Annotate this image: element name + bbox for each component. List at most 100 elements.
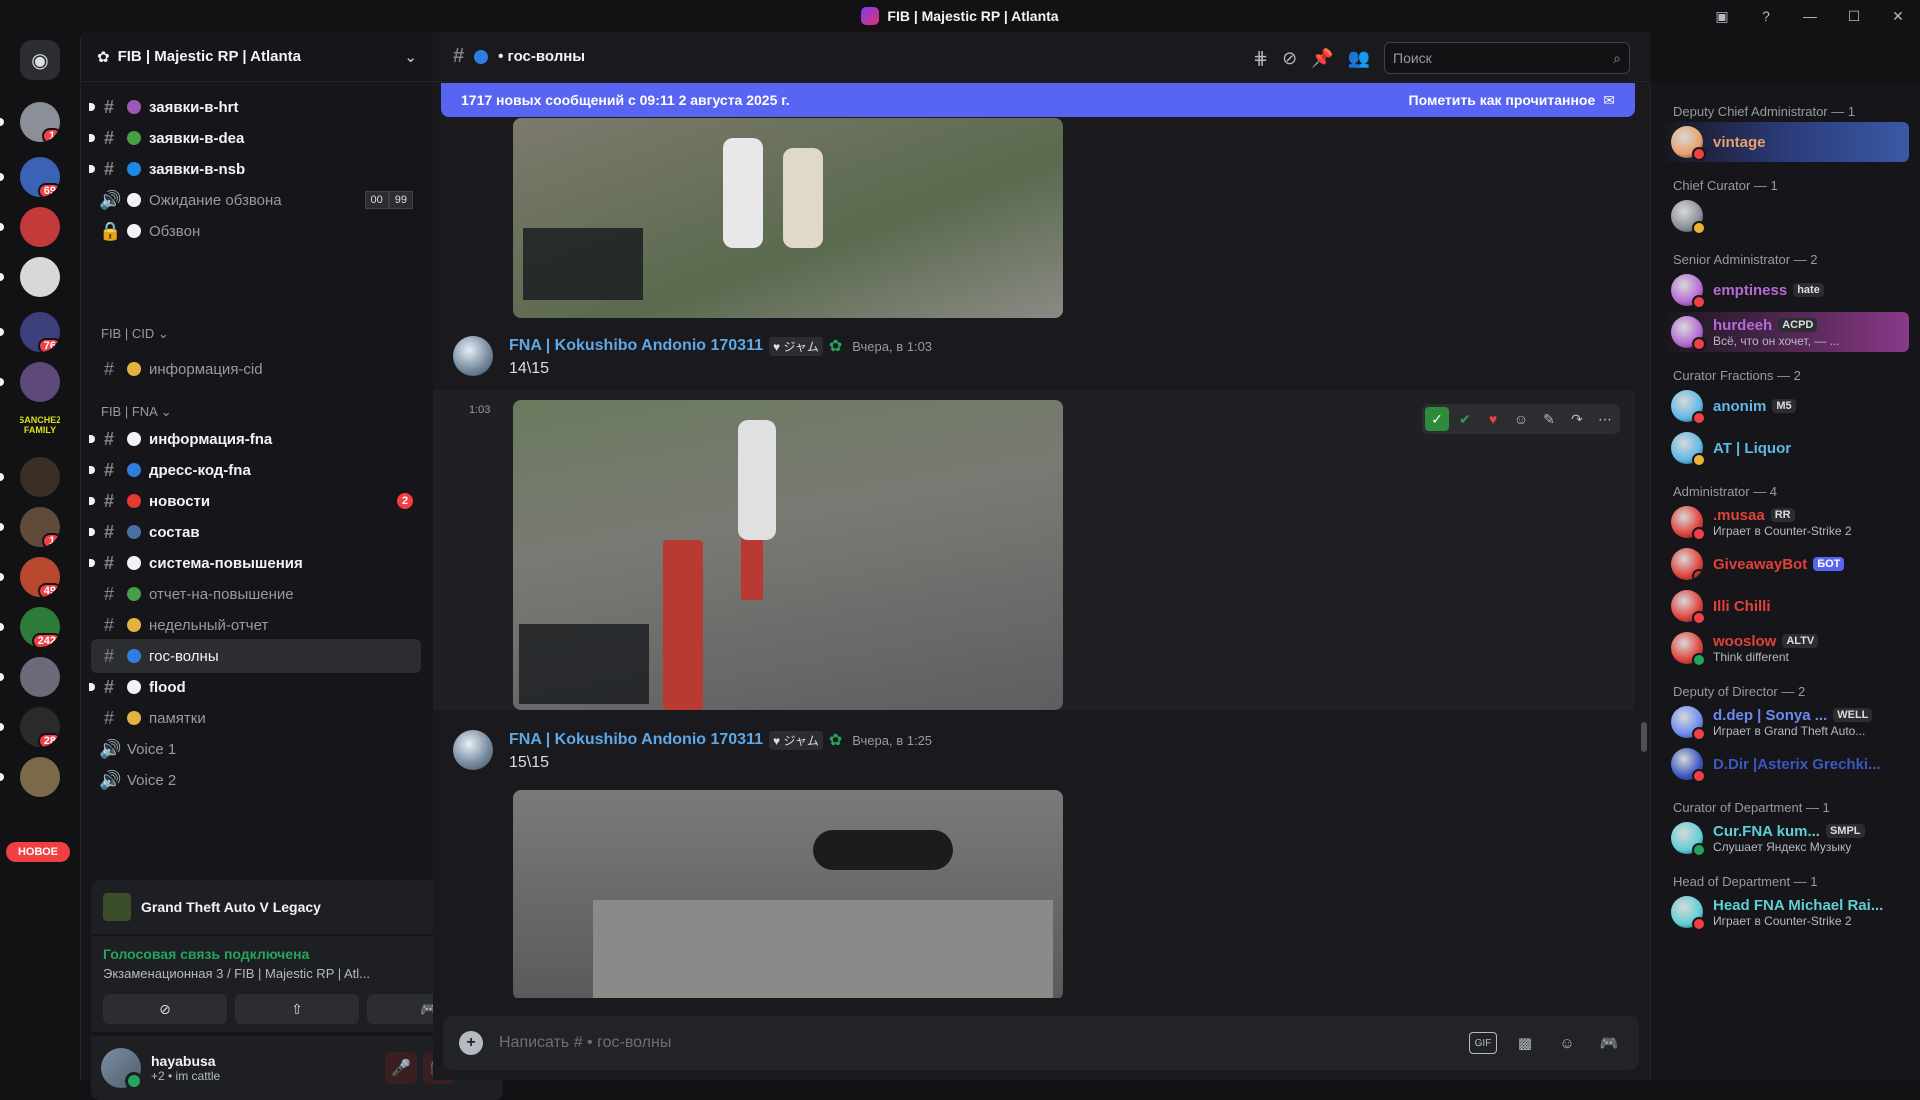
channel-text[interactable]: # отчет-на-повышение <box>91 577 421 611</box>
apps-icon[interactable]: 🎮 <box>1595 1032 1623 1054</box>
sanchez-family-server[interactable]: SANCHEZ FAMILY <box>20 405 60 445</box>
avatar <box>1671 632 1706 667</box>
checkmark-reaction-icon[interactable]: ✔ <box>1453 407 1477 431</box>
channel-locked[interactable]: 🔒 Обзвон <box>91 214 421 248</box>
camera-button[interactable]: ⊘ <box>103 994 227 1024</box>
server-icon[interactable] <box>20 457 60 497</box>
search-input[interactable]: Поиск ⌕ <box>1384 42 1630 74</box>
channel-name: памятки <box>149 709 206 727</box>
channel-text[interactable]: # новости 2 <box>89 484 421 518</box>
notifications-icon[interactable]: ⊘ <box>1282 48 1297 69</box>
maximize-button[interactable]: ☐ <box>1832 8 1876 25</box>
unread-badge: 69 <box>37 183 60 197</box>
server-icon[interactable] <box>20 757 60 797</box>
member-info: Head FNA Michael Rai... Играет в Counter-… <box>1713 897 1883 928</box>
member-item[interactable]: .musaa RR Играет в Counter-Strike 2 <box>1659 502 1909 542</box>
screenshot-image[interactable] <box>513 400 1063 710</box>
sticker-icon[interactable]: ▩ <box>1511 1032 1539 1054</box>
member-item[interactable]: hurdeeh ACPD Всё, что он хочет, — ... <box>1659 312 1909 352</box>
add-attachment-icon[interactable]: + <box>459 1031 483 1055</box>
server-icon[interactable] <box>20 257 60 297</box>
members-icon[interactable]: 👥 <box>1348 48 1370 69</box>
channel-text[interactable]: # памятки <box>91 701 421 735</box>
member-item[interactable]: Illi Chilli <box>1659 586 1909 626</box>
channel-voice[interactable]: 🔊 Voice 1 <box>91 732 421 766</box>
channel-voice[interactable]: 🔊 Voice 2 <box>91 763 421 797</box>
channel-text[interactable]: # гос-волны <box>91 639 421 673</box>
channel-text[interactable]: # недельный-отчет <box>91 608 421 642</box>
new-messages-bar[interactable]: 1717 новых сообщений с 09:11 2 августа 2… <box>441 83 1635 117</box>
chevron-down-icon[interactable]: ⌄ <box>404 48 417 66</box>
author-name[interactable]: FNA | Kokushibo Andonio 170311 <box>509 731 763 749</box>
category-cid[interactable]: FIB | CID ⌄ <box>101 326 169 342</box>
channel-text[interactable]: # flood <box>89 670 421 704</box>
member-item[interactable]: AT | Liquor <box>1659 428 1909 468</box>
screenshare-button[interactable]: ⇧ <box>235 994 359 1024</box>
screenshot-image[interactable] <box>513 118 1063 318</box>
channel-text[interactable]: # заявки-в-nsb <box>89 152 421 186</box>
hash-icon: # <box>103 645 114 666</box>
server-icon[interactable]: 76 <box>20 312 60 352</box>
server-icon[interactable]: 69 <box>20 157 60 197</box>
close-button[interactable]: ✕ <box>1876 8 1920 25</box>
channel-name: система-повышения <box>149 554 303 572</box>
avatar[interactable] <box>453 336 493 376</box>
member-item[interactable] <box>1659 196 1909 236</box>
member-item[interactable]: GiveawayBot БОТ <box>1659 544 1909 584</box>
channel-name: новости <box>149 492 211 510</box>
channel-text[interactable]: # информация-fna <box>89 422 421 456</box>
threads-icon[interactable]: ⋕ <box>1253 48 1268 69</box>
avatar[interactable] <box>101 1048 143 1090</box>
channel-title: • гос-волны <box>498 48 586 65</box>
member-item[interactable]: Head FNA Michael Rai... Играет в Counter-… <box>1659 892 1909 932</box>
member-item[interactable]: wooslow ALTV Think different <box>1659 628 1909 668</box>
server-icon[interactable]: 1 <box>20 102 60 142</box>
edit-icon[interactable]: ✎ <box>1537 407 1561 431</box>
server-icon[interactable]: 28 <box>20 707 60 747</box>
channel-emoji-icon <box>127 432 141 446</box>
member-item[interactable]: emptiness hate <box>1659 270 1909 310</box>
avatar[interactable] <box>453 730 493 770</box>
message-composer[interactable]: + Написать # • гос-волны GIF ▩ ☺ 🎮 <box>443 1016 1639 1070</box>
mute-icon[interactable]: 🎤 <box>385 1052 417 1084</box>
channel-text[interactable]: # заявки-в-dea <box>89 121 421 155</box>
help-icon[interactable]: ? <box>1744 8 1788 24</box>
gif-icon[interactable]: GIF <box>1469 1032 1497 1054</box>
heart-reaction-icon[interactable]: ♥ <box>1481 407 1505 431</box>
channel-text[interactable]: # система-повышения <box>89 546 421 580</box>
forward-icon[interactable]: ↷ <box>1565 407 1589 431</box>
member-item[interactable]: vintage <box>1659 122 1909 162</box>
server-icon[interactable]: 49 <box>20 557 60 597</box>
server-icon[interactable]: 242 <box>20 607 60 647</box>
minimize-button[interactable]: — <box>1788 8 1832 24</box>
member-item[interactable]: Cur.FNA kum... SMPL Слушает Яндекс Музыку <box>1659 818 1909 858</box>
category-fna[interactable]: FIB | FNA ⌄ <box>101 404 172 420</box>
server-icon[interactable] <box>20 362 60 402</box>
member-activity: Слушает Яндекс Музыку <box>1713 839 1852 854</box>
new-unreads-pill[interactable]: НОВОЕ <box>6 842 70 862</box>
channel-text[interactable]: # состав <box>89 515 421 549</box>
channel-text[interactable]: # дресс-код-fna <box>89 453 421 487</box>
channel-stage[interactable]: 🔊 Ожидание обзвона 00 99 <box>91 183 421 217</box>
add-reaction-icon[interactable]: ☺ <box>1509 407 1533 431</box>
scrollbar[interactable] <box>1641 722 1647 752</box>
server-icon[interactable] <box>20 207 60 247</box>
channel-text[interactable]: # заявки-в-hrt <box>89 90 421 124</box>
member-item[interactable]: D.Dir |Asterix Grechki... <box>1659 744 1909 784</box>
author-name[interactable]: FNA | Kokushibo Andonio 170311 <box>509 337 763 355</box>
channel-text[interactable]: # информация-cid <box>91 352 421 386</box>
member-item[interactable]: d.dep | Sonya ... WELL Играет в Grand Thef… <box>1659 702 1909 742</box>
mark-read-button[interactable]: Пометить как прочитанное <box>1409 92 1596 108</box>
member-item[interactable]: anonim M5 <box>1659 386 1909 426</box>
server-header[interactable]: ✿ FIB | Majestic RP | Atlanta ⌄ <box>81 32 433 82</box>
server-icon[interactable]: 1 <box>20 507 60 547</box>
screenshot-image[interactable] <box>513 790 1063 998</box>
pin-icon[interactable]: 📌 <box>1311 48 1333 69</box>
member-info: hurdeeh ACPD Всё, что он хочет, — ... <box>1713 317 1840 348</box>
inbox-icon[interactable]: ▣ <box>1700 8 1744 25</box>
discord-home-icon[interactable]: ◉ <box>20 40 60 80</box>
server-icon[interactable] <box>20 657 60 697</box>
emoji-icon[interactable]: ☺ <box>1553 1032 1581 1054</box>
check-reaction-icon[interactable]: ✓ <box>1425 407 1449 431</box>
more-icon[interactable]: ⋯ <box>1593 407 1617 431</box>
